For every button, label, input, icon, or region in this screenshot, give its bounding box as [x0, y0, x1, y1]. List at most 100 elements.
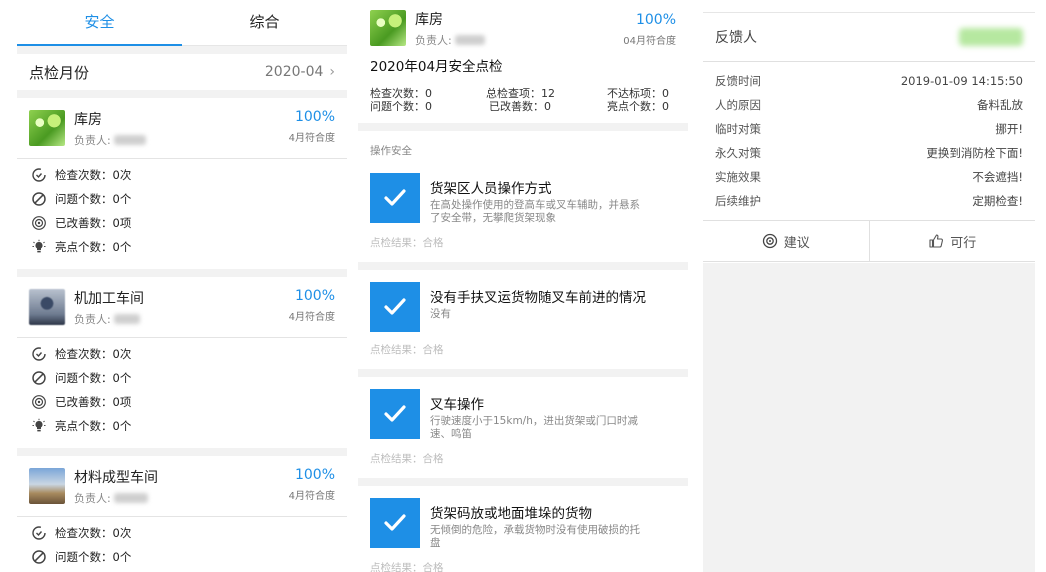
bulb-icon	[32, 239, 46, 253]
check-icon	[384, 405, 406, 422]
stat-highlight-count: 亮点个数：0个	[17, 235, 347, 259]
compliance-label: 4月符合度	[288, 491, 335, 502]
stat-highlight-count: 亮点个数：0个	[17, 414, 347, 438]
checkbox-checked[interactable]	[370, 282, 420, 332]
checklist-item[interactable]: 没有手扶叉运货物随叉车前进的情况 没有 点检结果：合格	[358, 270, 688, 377]
feedback-actions: 建议 可行	[703, 221, 1035, 262]
chevron-right-icon: ›	[329, 64, 335, 80]
stat-problem-count: 问题个数：0个	[17, 187, 347, 211]
target-icon	[32, 395, 46, 409]
checkbox-checked[interactable]	[370, 173, 420, 223]
owner-name-redacted	[114, 313, 141, 324]
stat-text: 检查次数：0次	[55, 168, 132, 182]
checklist-item[interactable]: 货架区人员操作方式 在高处操作使用的登高车或叉车辅助，并悬系了安全带，无攀爬货架…	[358, 161, 688, 270]
stat-text: 检查次数：0次	[55, 347, 132, 361]
detail-key: 人的原因	[715, 98, 761, 112]
target-icon	[32, 216, 46, 230]
owner-name-redacted	[114, 134, 147, 145]
checkbox-checked[interactable]	[370, 389, 420, 439]
tab-general[interactable]: 综合	[182, 0, 347, 45]
detail-key: 后续维护	[715, 194, 761, 208]
location-card[interactable]: 库房 负责人: 100% 4月符合度 检查次数：0次 问题个数：0个 已改善数：…	[17, 98, 347, 269]
detail-key: 永久对策	[715, 146, 761, 160]
month-selector[interactable]: 点检月份 2020-04 ›	[17, 54, 347, 90]
top-divider	[703, 0, 1035, 13]
ban-icon	[32, 550, 46, 564]
location-thumbnail	[29, 468, 65, 504]
detail-header: 库房 负责人: 100% 04月符合度	[358, 0, 688, 56]
detail-key: 临时对策	[715, 122, 761, 136]
location-title: 库房	[415, 11, 443, 28]
owner-label: 负责人:	[74, 491, 111, 505]
location-thumbnail	[29, 289, 65, 325]
owner-name-redacted	[114, 492, 149, 503]
stat-text: 亮点个数：0个	[55, 419, 132, 433]
stat-check-count: 检查次数：0次	[17, 342, 347, 366]
stat-text: 问题个数：0个	[55, 550, 132, 564]
inspection-list-panel: 安全 综合 点检月份 2020-04 › 库房 负责人: 100% 4月符合度 …	[17, 0, 347, 572]
month-label: 点检月份	[29, 63, 90, 82]
item-title: 叉车操作	[430, 397, 484, 413]
location-card[interactable]: 机加工车间 负责人: 100% 4月符合度 检查次数：0次 问题个数：0个 已改…	[17, 277, 347, 448]
detail-row-maintenance: 后续维护 定期检查!	[703, 189, 1035, 213]
item-description: 在高处操作使用的登高车或叉车辅助，并悬系了安全带，无攀爬货架现象	[430, 199, 640, 224]
item-result: 点检结果：合格	[370, 344, 444, 356]
item-description: 无倾倒的危险，承载货物时没有使用破损的托盘	[430, 524, 640, 549]
item-description: 没有	[430, 308, 451, 320]
compliance-label: 4月符合度	[288, 312, 335, 323]
item-title: 货架区人员操作方式	[430, 181, 552, 197]
feedback-details: 反馈时间 2019-01-09 14:15:50 人的原因 备料乱放 临时对策 挪开!…	[703, 62, 1035, 221]
ban-icon	[32, 371, 46, 385]
check-icon	[384, 189, 406, 206]
location-card[interactable]: 材料成型车间 负责人: 100% 4月符合度 检查次数：0次 问题个数：0个	[17, 456, 347, 572]
divider	[358, 123, 688, 131]
bulb-icon	[32, 418, 46, 432]
card-stats: 检查次数：0次 问题个数：0个	[17, 517, 347, 572]
stat-check-count: 检查次数：0次	[17, 521, 347, 545]
detail-value: 2019-01-09 14:15:50	[900, 74, 1023, 88]
suggest-button[interactable]: 建议	[703, 221, 869, 261]
feasible-label: 可行	[950, 235, 977, 251]
location-title: 材料成型车间	[74, 469, 158, 486]
compliance-rate: 100%	[294, 467, 335, 483]
location-thumbnail	[29, 110, 65, 146]
compliance-label: 04月符合度	[623, 36, 676, 47]
feasible-button[interactable]: 可行	[868, 221, 1036, 261]
stat-check-count: 检查次数：0次	[17, 163, 347, 187]
compliance-label: 4月符合度	[288, 133, 335, 144]
compliance-rate: 100%	[635, 12, 676, 28]
checklist-item[interactable]: 叉车操作 行驶速度小于15km/h，进出货架或门口时减速、鸣笛 点检结果：合格	[358, 377, 688, 486]
item-title: 货架码放或地面堆垛的货物	[430, 506, 592, 522]
active-tab-indicator	[17, 44, 182, 46]
owner-label: 负责人:	[74, 133, 111, 147]
compliance-rate: 100%	[294, 109, 335, 125]
feedback-person-redacted	[959, 28, 1023, 46]
tab-safety[interactable]: 安全	[17, 0, 182, 45]
check-icon	[384, 298, 406, 315]
card-header[interactable]: 材料成型车间 负责人: 100% 4月符合度	[17, 456, 347, 517]
checklist-item[interactable]: 货架码放或地面堆垛的货物 无倾倒的危险，承载货物时没有使用破损的托盘 点检结果：…	[358, 486, 688, 572]
refresh-check-icon	[32, 347, 46, 361]
compliance-rate: 100%	[294, 288, 335, 304]
stat-problem-count: 问题个数：0个	[17, 545, 347, 569]
check-icon	[384, 514, 406, 531]
inspection-summary: 检查次数：0 总检查项：12 不达标项：0 问题个数：0 已改善数：0 亮点个数…	[358, 75, 688, 117]
item-result: 点检结果：合格	[370, 453, 444, 465]
checkbox-checked[interactable]	[370, 498, 420, 548]
card-header[interactable]: 机加工车间 负责人: 100% 4月符合度	[17, 277, 347, 338]
detail-key: 反馈时间	[715, 74, 761, 88]
item-result: 点检结果：合格	[370, 562, 444, 572]
feedback-person-label: 反馈人	[715, 30, 757, 46]
detail-value: 挪开!	[995, 122, 1023, 136]
card-header[interactable]: 库房 负责人: 100% 4月符合度	[17, 98, 347, 159]
item-description: 行驶速度小于15km/h，进出货架或门口时减速、鸣笛	[430, 415, 638, 440]
summary-problem-count: 问题个数：0	[370, 100, 432, 113]
owner-label: 负责人:	[74, 312, 111, 326]
month-value: 2020-04	[264, 64, 324, 80]
stat-text: 检查次数：0次	[55, 526, 132, 540]
detail-row-cause: 人的原因 备料乱放	[703, 93, 1035, 117]
stat-text: 亮点个数：0个	[55, 240, 132, 254]
owner-label: 负责人:	[415, 33, 452, 47]
detail-row-effect: 实施效果 不会遮挡!	[703, 165, 1035, 189]
stat-improved-count: 已改善数：0项	[17, 211, 347, 235]
